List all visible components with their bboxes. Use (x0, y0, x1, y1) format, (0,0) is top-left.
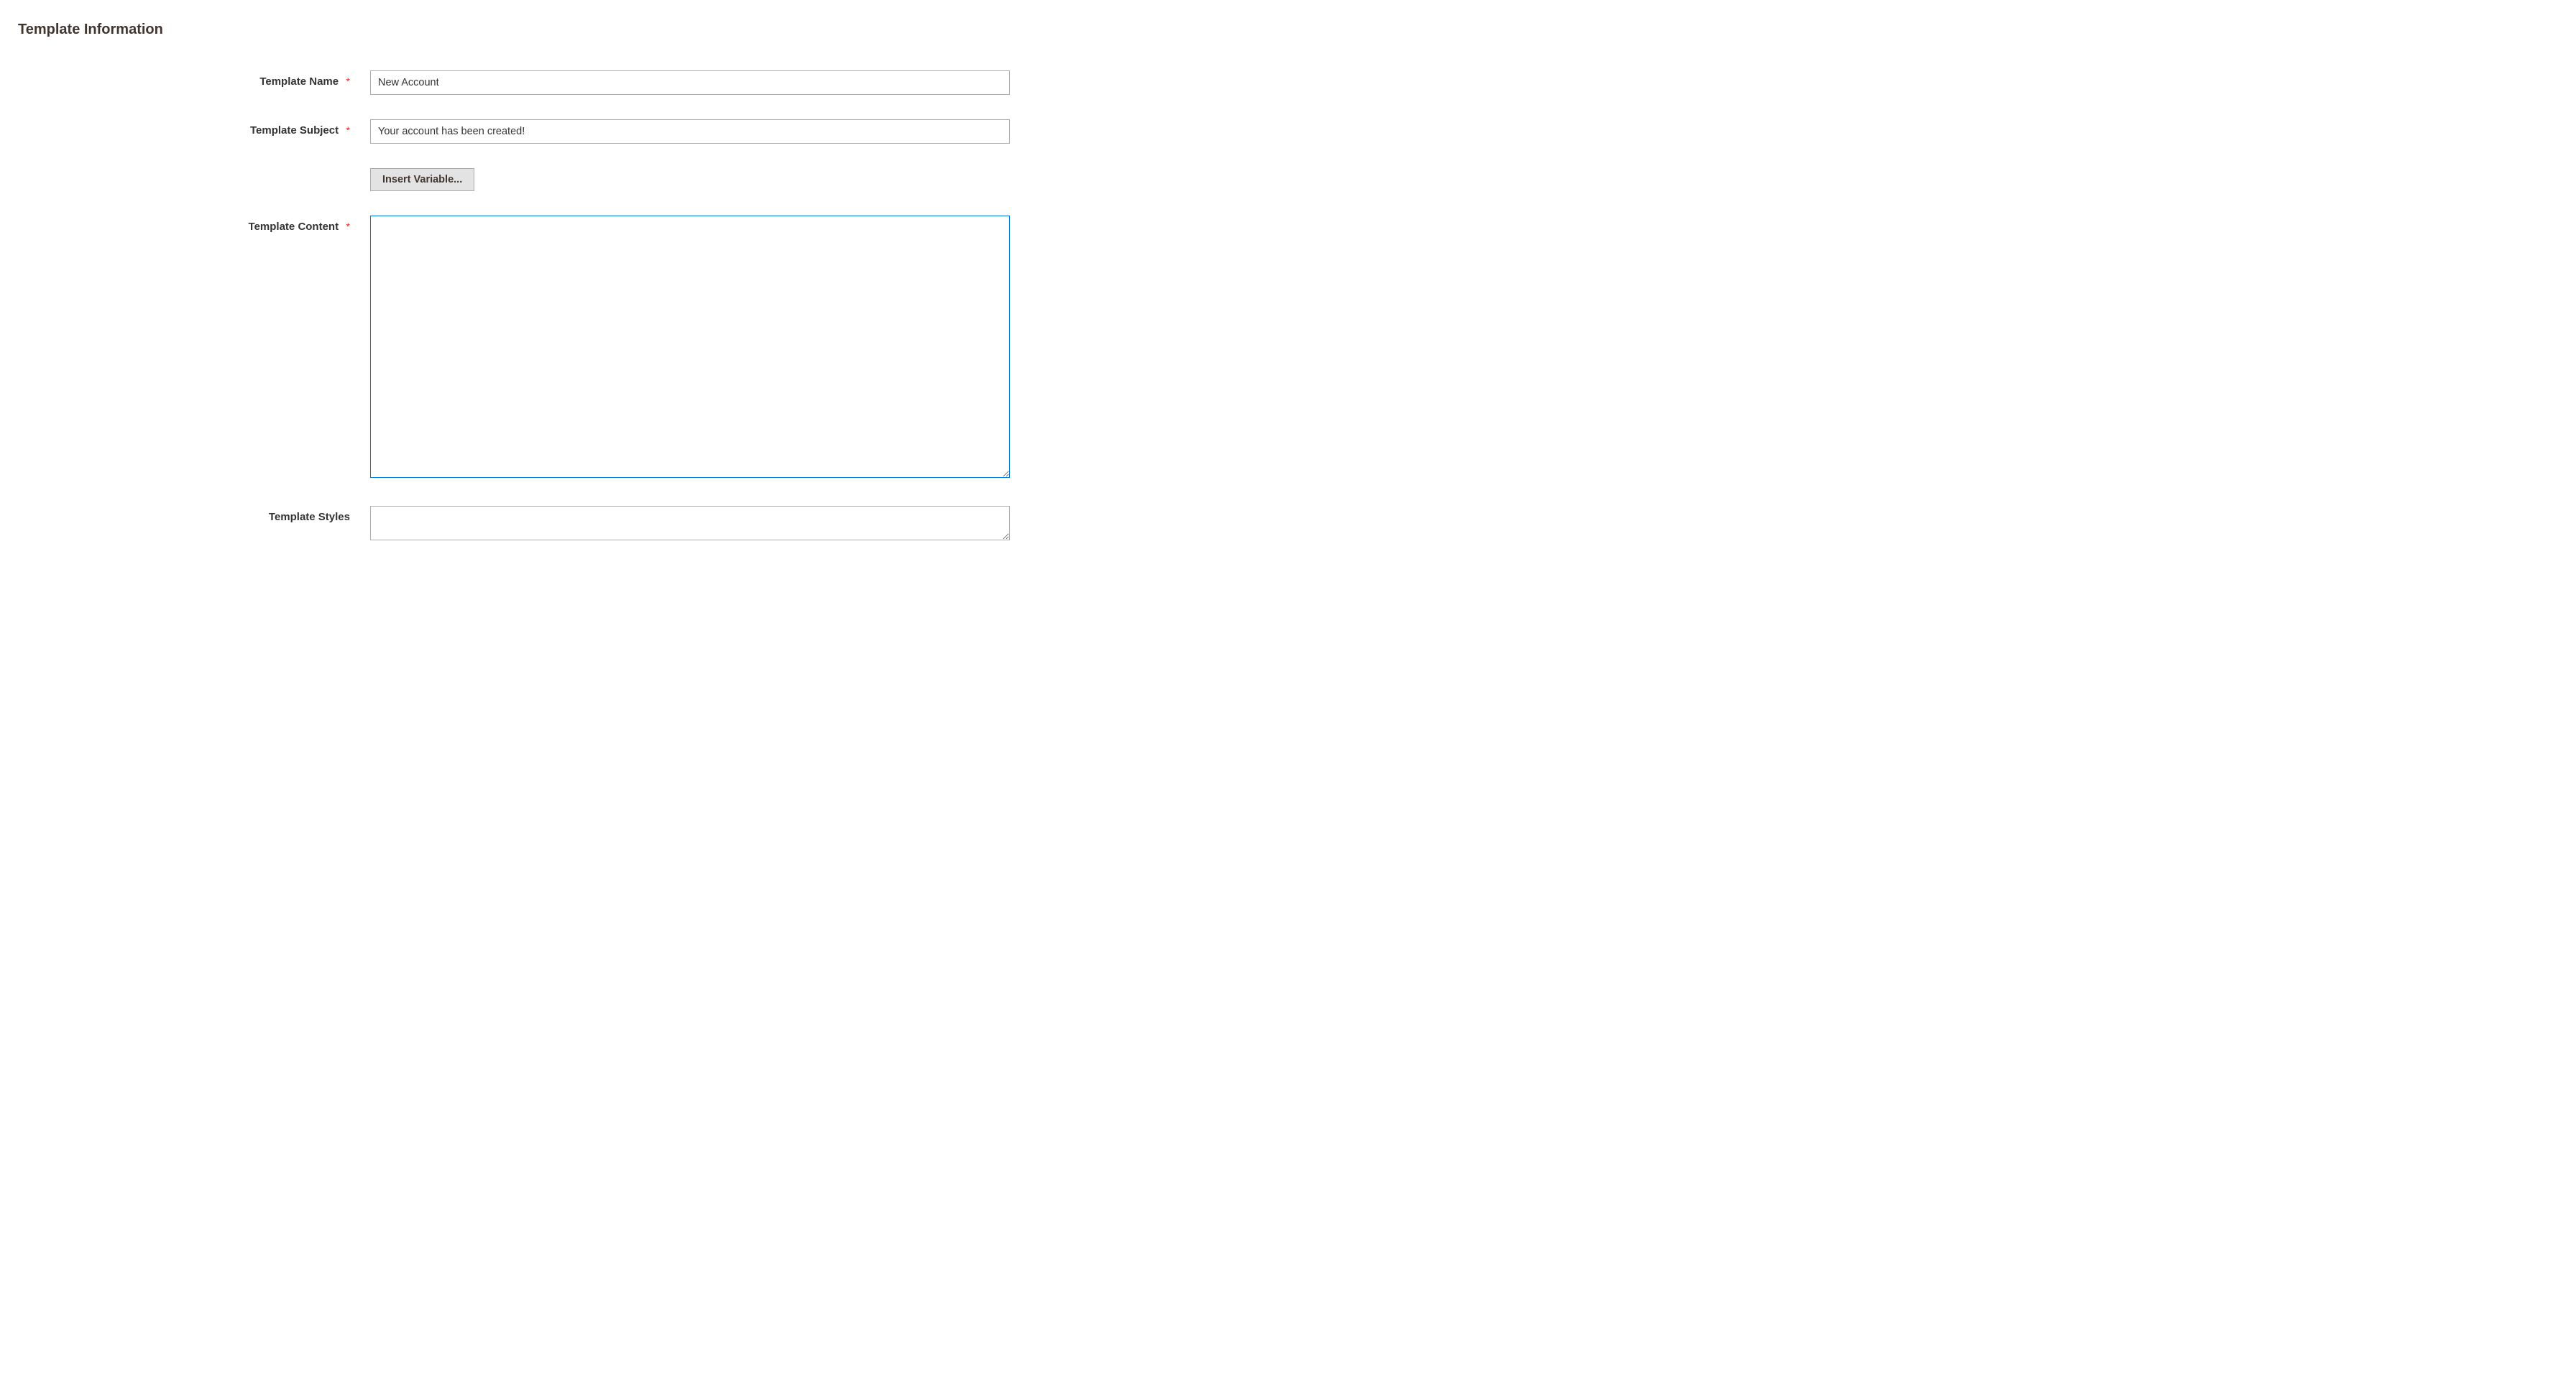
template-content-textarea[interactable] (370, 216, 1010, 478)
template-name-label-wrap: Template Name * (18, 70, 370, 88)
template-subject-label: Template Subject (250, 124, 339, 137)
insert-variable-label-spacer (18, 168, 370, 173)
template-styles-label-wrap: Template Styles (18, 506, 370, 524)
template-subject-control-wrap (370, 119, 1010, 144)
template-name-required: * (346, 75, 350, 87)
template-styles-control-wrap (370, 506, 1010, 544)
template-subject-row: Template Subject * (18, 119, 1010, 144)
insert-variable-button[interactable]: Insert Variable... (370, 168, 474, 191)
template-content-label: Template Content (249, 221, 339, 233)
template-subject-label-wrap: Template Subject * (18, 119, 370, 137)
insert-variable-row: Insert Variable... (18, 168, 1010, 191)
template-content-required: * (346, 221, 350, 232)
template-name-input[interactable] (370, 70, 1010, 95)
template-subject-required: * (346, 124, 350, 136)
template-information-form: Template Information Template Name * Tem… (18, 22, 1010, 544)
section-title: Template Information (18, 22, 1010, 38)
template-name-control-wrap (370, 70, 1010, 95)
template-content-control-wrap (370, 216, 1010, 481)
template-name-label: Template Name (259, 75, 339, 88)
insert-variable-control-wrap: Insert Variable... (370, 168, 1010, 191)
template-styles-row: Template Styles (18, 506, 1010, 544)
template-name-row: Template Name * (18, 70, 1010, 95)
template-content-label-wrap: Template Content * (18, 216, 370, 234)
template-styles-textarea[interactable] (370, 506, 1010, 540)
template-subject-input[interactable] (370, 119, 1010, 144)
template-styles-label: Template Styles (269, 511, 350, 523)
template-content-row: Template Content * (18, 216, 1010, 481)
